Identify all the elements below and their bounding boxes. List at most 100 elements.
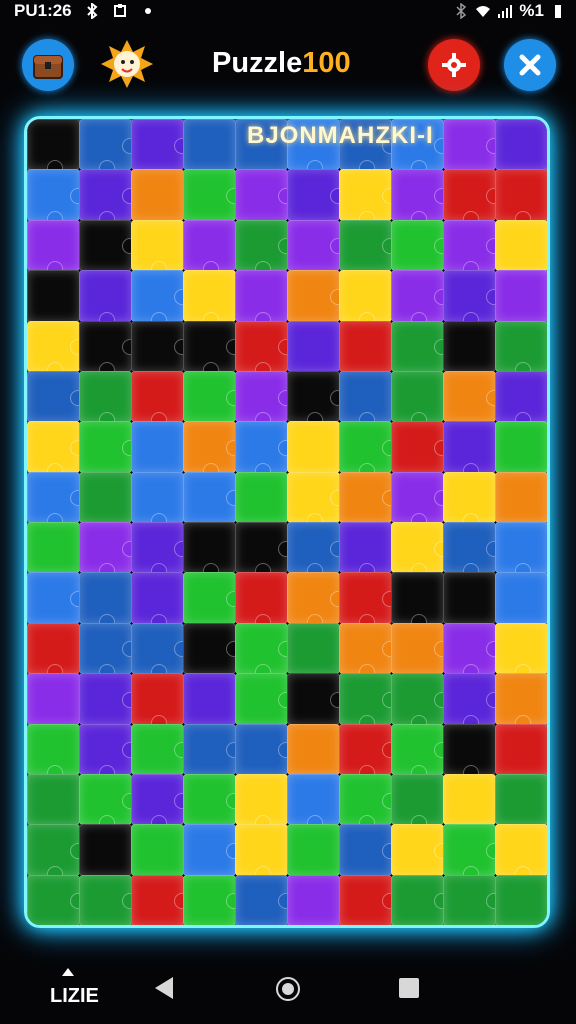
puzzle-piece[interactable]: [79, 169, 138, 227]
puzzle-piece[interactable]: [443, 723, 496, 781]
puzzle-piece[interactable]: [339, 572, 398, 630]
puzzle-piece[interactable]: [183, 622, 242, 675]
puzzle-piece[interactable]: [391, 270, 450, 328]
puzzle-piece[interactable]: [339, 421, 398, 479]
puzzle-piece[interactable]: [287, 673, 346, 725]
puzzle-piece[interactable]: [183, 270, 236, 328]
puzzle-piece[interactable]: [27, 270, 80, 322]
puzzle-piece[interactable]: [391, 471, 450, 529]
puzzle-piece[interactable]: [339, 723, 398, 781]
puzzle-piece[interactable]: [443, 773, 496, 826]
puzzle-piece[interactable]: [443, 219, 502, 278]
puzzle-piece[interactable]: [495, 270, 547, 322]
puzzle-piece[interactable]: [131, 320, 190, 372]
puzzle-piece[interactable]: [391, 622, 450, 675]
puzzle-piece[interactable]: [443, 824, 502, 882]
puzzle-piece[interactable]: [287, 320, 340, 372]
puzzle-piece[interactable]: [495, 169, 547, 227]
puzzle-piece[interactable]: [495, 471, 547, 523]
puzzle-piece[interactable]: [27, 773, 80, 826]
puzzle-piece[interactable]: [287, 723, 340, 775]
puzzle-piece[interactable]: [339, 824, 398, 876]
puzzle-piece[interactable]: [131, 270, 190, 328]
puzzle-piece[interactable]: [495, 320, 547, 378]
puzzle-piece[interactable]: [443, 522, 502, 580]
puzzle-piece[interactable]: [443, 471, 496, 529]
puzzle-piece[interactable]: [287, 421, 340, 473]
puzzle-piece[interactable]: [235, 824, 288, 882]
puzzle-piece[interactable]: [391, 673, 450, 731]
puzzle-piece[interactable]: [287, 219, 346, 272]
puzzle-piece[interactable]: [183, 119, 236, 171]
puzzle-piece[interactable]: [183, 673, 236, 725]
puzzle-piece[interactable]: [131, 572, 184, 630]
puzzle-piece[interactable]: [27, 622, 80, 681]
puzzle-piece[interactable]: [287, 522, 346, 580]
recents-icon[interactable]: [397, 976, 421, 1000]
settings-button[interactable]: [428, 39, 480, 91]
puzzle-piece[interactable]: [339, 370, 392, 429]
puzzle-piece[interactable]: [27, 522, 80, 574]
puzzle-piece[interactable]: [27, 874, 86, 925]
puzzle-piece[interactable]: [339, 169, 398, 227]
puzzle-piece[interactable]: [27, 119, 80, 177]
puzzle-piece[interactable]: [235, 421, 294, 479]
puzzle-piece[interactable]: [391, 320, 450, 372]
puzzle-piece[interactable]: [495, 370, 547, 429]
puzzle-piece[interactable]: [235, 773, 288, 832]
puzzle-piece[interactable]: [27, 421, 86, 479]
puzzle-piece[interactable]: [287, 270, 346, 322]
puzzle-piece[interactable]: [183, 370, 242, 423]
puzzle-piece[interactable]: [27, 673, 80, 725]
puzzle-piece[interactable]: [27, 320, 86, 378]
puzzle-piece[interactable]: [495, 874, 547, 925]
puzzle-piece[interactable]: [495, 723, 547, 775]
puzzle-board[interactable]: [24, 116, 550, 928]
puzzle-piece[interactable]: [131, 824, 184, 876]
puzzle-piece[interactable]: [131, 723, 190, 775]
puzzle-piece[interactable]: [79, 673, 138, 725]
puzzle-piece[interactable]: [495, 219, 547, 272]
puzzle-piece[interactable]: [287, 622, 340, 675]
puzzle-piece[interactable]: [391, 773, 444, 832]
puzzle-piece[interactable]: [79, 320, 138, 378]
puzzle-piece[interactable]: [79, 522, 138, 580]
puzzle-piece[interactable]: [183, 723, 242, 775]
puzzle-piece[interactable]: [131, 673, 184, 731]
puzzle-piece[interactable]: [495, 824, 547, 882]
puzzle-piece[interactable]: [391, 874, 450, 925]
puzzle-piece[interactable]: [131, 773, 190, 832]
puzzle-piece[interactable]: [79, 471, 132, 523]
puzzle-piece[interactable]: [183, 572, 242, 624]
puzzle-piece[interactable]: [287, 773, 340, 832]
puzzle-piece[interactable]: [235, 370, 294, 429]
puzzle-piece[interactable]: [495, 119, 547, 171]
puzzle-piece[interactable]: [339, 471, 398, 523]
puzzle-piece[interactable]: [235, 522, 294, 580]
puzzle-piece[interactable]: [235, 471, 288, 523]
close-button[interactable]: [504, 39, 556, 91]
puzzle-piece[interactable]: [339, 673, 398, 731]
puzzle-piece[interactable]: [443, 169, 502, 227]
puzzle-piece[interactable]: [183, 219, 236, 278]
puzzle-piece[interactable]: [391, 219, 450, 272]
puzzle-piece[interactable]: [131, 169, 184, 221]
puzzle-piece[interactable]: [495, 522, 547, 580]
puzzle-piece[interactable]: [131, 471, 184, 529]
puzzle-piece[interactable]: [235, 874, 294, 925]
puzzle-piece[interactable]: [287, 471, 346, 529]
back-icon[interactable]: [151, 975, 175, 1001]
puzzle-piece[interactable]: [287, 169, 346, 221]
puzzle-piece[interactable]: [495, 773, 547, 826]
puzzle-piece[interactable]: [235, 219, 294, 278]
puzzle-piece[interactable]: [339, 270, 392, 328]
puzzle-piece[interactable]: [287, 824, 340, 876]
puzzle-piece[interactable]: [235, 622, 294, 681]
puzzle-piece[interactable]: [131, 219, 184, 278]
puzzle-piece[interactable]: [443, 421, 496, 479]
puzzle-piece[interactable]: [79, 572, 132, 630]
puzzle-piece[interactable]: [79, 219, 138, 272]
puzzle-piece[interactable]: [27, 370, 86, 423]
puzzle-piece[interactable]: [391, 824, 450, 876]
puzzle-piece[interactable]: [183, 320, 242, 378]
